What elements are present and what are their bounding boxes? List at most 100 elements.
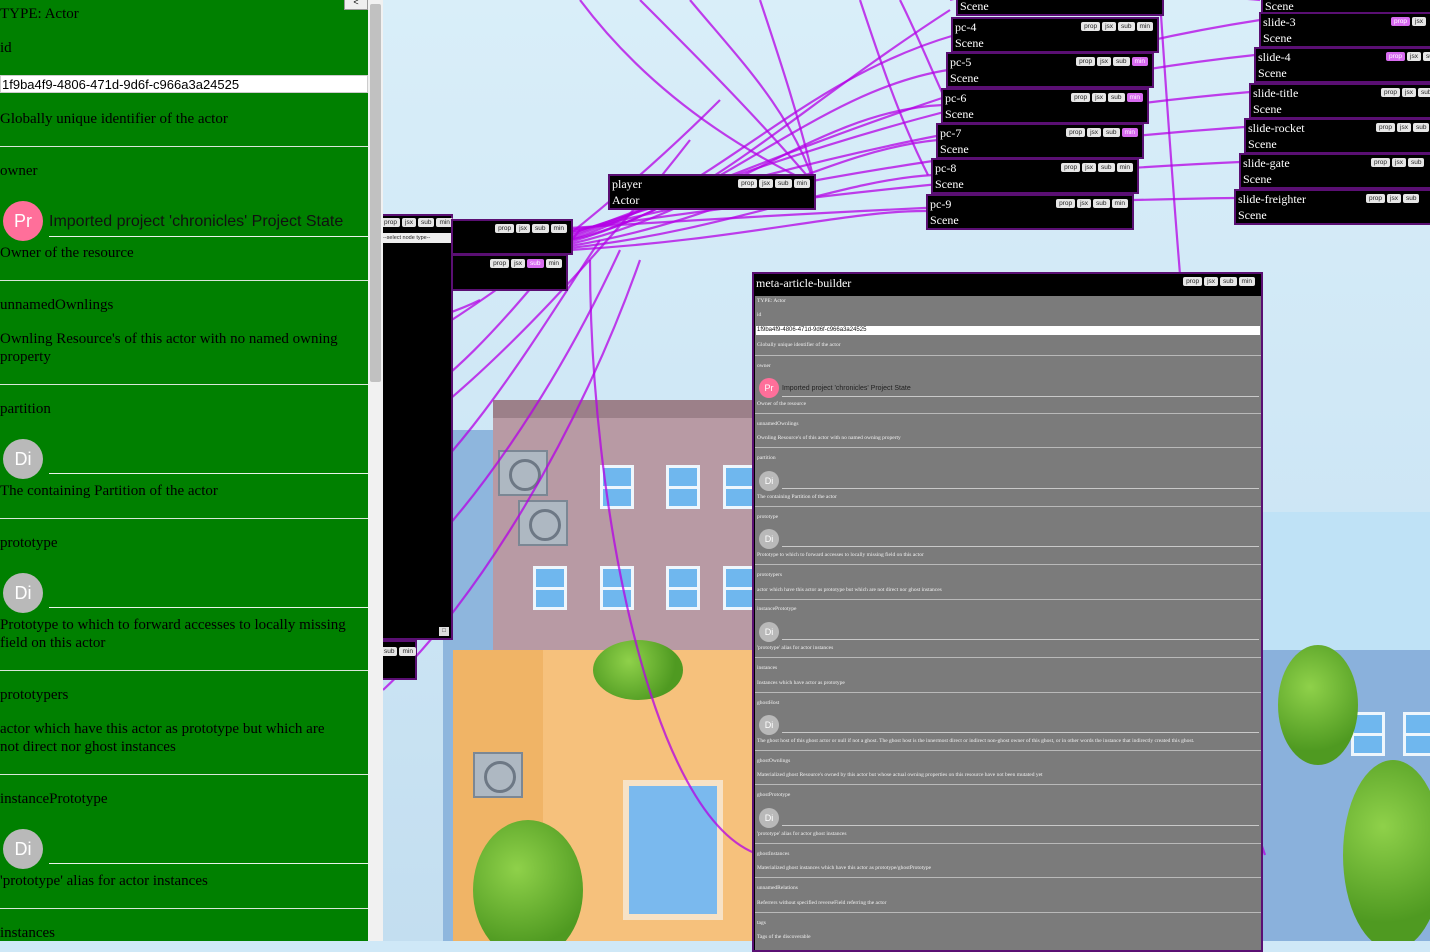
prototype-avatar[interactable]: Di <box>3 573 43 613</box>
sub-button[interactable]: sub <box>527 259 544 268</box>
min-button[interactable]: min <box>1116 163 1133 172</box>
owner-avatar[interactable]: Pr <box>759 378 779 398</box>
jsx-button[interactable]: jsx <box>1087 128 1102 137</box>
prop-button[interactable]: prop <box>381 218 401 227</box>
graph-node-small-2[interactable]: prop jsx sub min <box>451 254 568 291</box>
min-button[interactable]: min <box>1131 57 1148 66</box>
graph-node-small-1[interactable]: prop jsx sub min <box>451 219 573 255</box>
prop-button[interactable]: prop <box>1386 52 1406 61</box>
prop-button[interactable]: prop <box>1183 277 1203 286</box>
owner-avatar[interactable]: Pr <box>3 201 43 241</box>
min-button[interactable]: min <box>1238 277 1255 286</box>
graph-node-left[interactable]: prop jsx sub min --select node type-- □ <box>377 214 453 640</box>
scene-node-slide-gate[interactable]: slide-gate Scene prop jsx sub <box>1239 153 1430 189</box>
node-type-select[interactable]: --select node type-- <box>383 233 451 243</box>
min-button[interactable]: min <box>545 259 562 268</box>
jsx-button[interactable]: jsx <box>402 218 416 227</box>
prop-button[interactable]: prop <box>1071 93 1091 102</box>
prototype-avatar[interactable]: Di <box>759 529 779 549</box>
jsx-button[interactable]: jsx <box>1397 123 1411 132</box>
scene-node-top[interactable]: Scene <box>956 0 1164 16</box>
prop-button[interactable]: prop <box>495 224 515 233</box>
scene-node-pc-6[interactable]: pc-6 Scene prop jsx sub min <box>941 88 1149 124</box>
partition-avatar[interactable]: Di <box>759 471 779 491</box>
sub-button[interactable]: sub <box>417 218 435 227</box>
sub-button[interactable]: sub <box>1417 88 1430 97</box>
prop-button[interactable]: prop <box>1056 199 1076 208</box>
sub-button[interactable]: sub <box>1412 123 1430 132</box>
instproto-avatar[interactable]: Di <box>759 622 779 642</box>
jsx-button[interactable]: jsx <box>1402 88 1416 97</box>
sub-button[interactable]: sub <box>1098 163 1115 172</box>
scene-node-pc-5[interactable]: pc-5 Scene prop jsx sub min <box>946 52 1154 88</box>
scene-node-slide-rocket[interactable]: slide-rocket Scene prop jsx sub <box>1244 118 1430 154</box>
sub-button[interactable]: sub <box>1402 194 1420 203</box>
partition-avatar[interactable]: Di <box>3 439 43 479</box>
graph-node-left-lower[interactable]: sub min <box>377 640 417 680</box>
owner-name[interactable]: Imported project 'chronicles' Project St… <box>782 385 911 392</box>
scene-node-slide-title[interactable]: slide-title Scene prop jsx sub <box>1249 83 1430 119</box>
scene-node-pc-9[interactable]: pc-9 Scene prop jsx sub min <box>926 194 1134 230</box>
jsx-button[interactable]: jsx <box>516 224 531 233</box>
jsx-button[interactable]: jsx <box>1204 277 1219 286</box>
id-field[interactable]: 1f9ba4f9-4806-471d-9d6f-c966a3a24525 <box>0 75 368 93</box>
sub-button[interactable]: sub <box>1093 199 1110 208</box>
min-button[interactable]: min <box>550 224 567 233</box>
sub-button[interactable]: sub <box>381 647 398 656</box>
jsx-button[interactable]: jsx <box>1387 194 1401 203</box>
scene-node-pc-4[interactable]: pc-4 Scene prop jsx sub min <box>951 17 1159 53</box>
jsx-button[interactable]: jsx <box>1092 93 1107 102</box>
min-button[interactable]: min <box>1136 22 1153 31</box>
jsx-button[interactable]: jsx <box>1082 163 1097 172</box>
sub-button[interactable]: sub <box>1103 128 1120 137</box>
sub-button[interactable]: sub <box>1108 93 1125 102</box>
jsx-button[interactable]: jsx <box>1412 17 1426 26</box>
jsx-button[interactable]: jsx <box>1097 57 1112 66</box>
jsx-button[interactable]: jsx <box>759 179 774 188</box>
prop-button[interactable]: prop <box>1076 57 1096 66</box>
scene-node-slide-4[interactable]: slide-4 Scene prop jsx sub <box>1254 47 1430 83</box>
jsx-button[interactable]: jsx <box>1407 52 1421 61</box>
jsx-button[interactable]: jsx <box>511 259 526 268</box>
min-button[interactable]: min <box>1111 199 1128 208</box>
id-field[interactable]: 1f9ba4f9-4806-471d-9d6f-c966a3a24525 <box>756 326 1260 335</box>
inspector-scrollbar-thumb[interactable] <box>370 4 381 382</box>
jsx-button[interactable]: jsx <box>1077 199 1092 208</box>
instproto-avatar[interactable]: Di <box>3 829 43 869</box>
scene-node-slide-3[interactable]: slide-3 Scene prop jsx <box>1259 12 1430 48</box>
sub-button[interactable]: sub <box>775 179 792 188</box>
prop-button[interactable]: prop <box>1376 123 1396 132</box>
ghosthost-avatar[interactable]: Di <box>759 715 779 735</box>
min-button[interactable]: min <box>1126 93 1143 102</box>
owner-name[interactable]: Imported project 'chronicles' Project St… <box>49 213 343 231</box>
scene-node-pc-8[interactable]: pc-8 Scene prop jsx sub min <box>931 158 1139 194</box>
prototypers-desc: actor which have this actor as prototype… <box>757 587 942 593</box>
min-button[interactable]: min <box>1121 128 1138 137</box>
sub-button[interactable]: sub <box>532 224 549 233</box>
prop-button[interactable]: prop <box>490 259 510 268</box>
sub-button[interactable]: sub <box>1118 22 1135 31</box>
scene-node-slide-freighter[interactable]: slide-freighter Scene prop jsx sub <box>1234 189 1430 225</box>
prop-button[interactable]: prop <box>738 179 758 188</box>
node-corner-handle[interactable]: □ <box>439 627 449 636</box>
prop-button[interactable]: prop <box>1391 17 1411 26</box>
sub-button[interactable]: sub <box>1422 52 1430 61</box>
collapse-panel-button[interactable]: < <box>344 0 368 10</box>
prop-button[interactable]: prop <box>1366 194 1386 203</box>
meta-article-builder-node[interactable]: meta-article-builder prop jsx sub min TY… <box>752 272 1263 952</box>
ghostprototype-avatar[interactable]: Di <box>759 808 779 828</box>
jsx-button[interactable]: jsx <box>1102 22 1117 31</box>
min-button[interactable]: min <box>399 647 416 656</box>
sub-button[interactable]: sub <box>1113 57 1130 66</box>
graph-node-player[interactable]: player Actor prop jsx sub min <box>608 174 816 210</box>
prop-button[interactable]: prop <box>1381 88 1401 97</box>
min-button[interactable]: min <box>793 179 810 188</box>
scene-node-pc-7[interactable]: pc-7 Scene prop jsx sub min <box>936 123 1144 159</box>
jsx-button[interactable]: jsx <box>1392 158 1406 167</box>
prop-button[interactable]: prop <box>1066 128 1086 137</box>
sub-button[interactable]: sub <box>1407 158 1425 167</box>
prop-button[interactable]: prop <box>1081 22 1101 31</box>
prop-button[interactable]: prop <box>1061 163 1081 172</box>
sub-button[interactable]: sub <box>1220 277 1237 286</box>
prop-button[interactable]: prop <box>1371 158 1391 167</box>
